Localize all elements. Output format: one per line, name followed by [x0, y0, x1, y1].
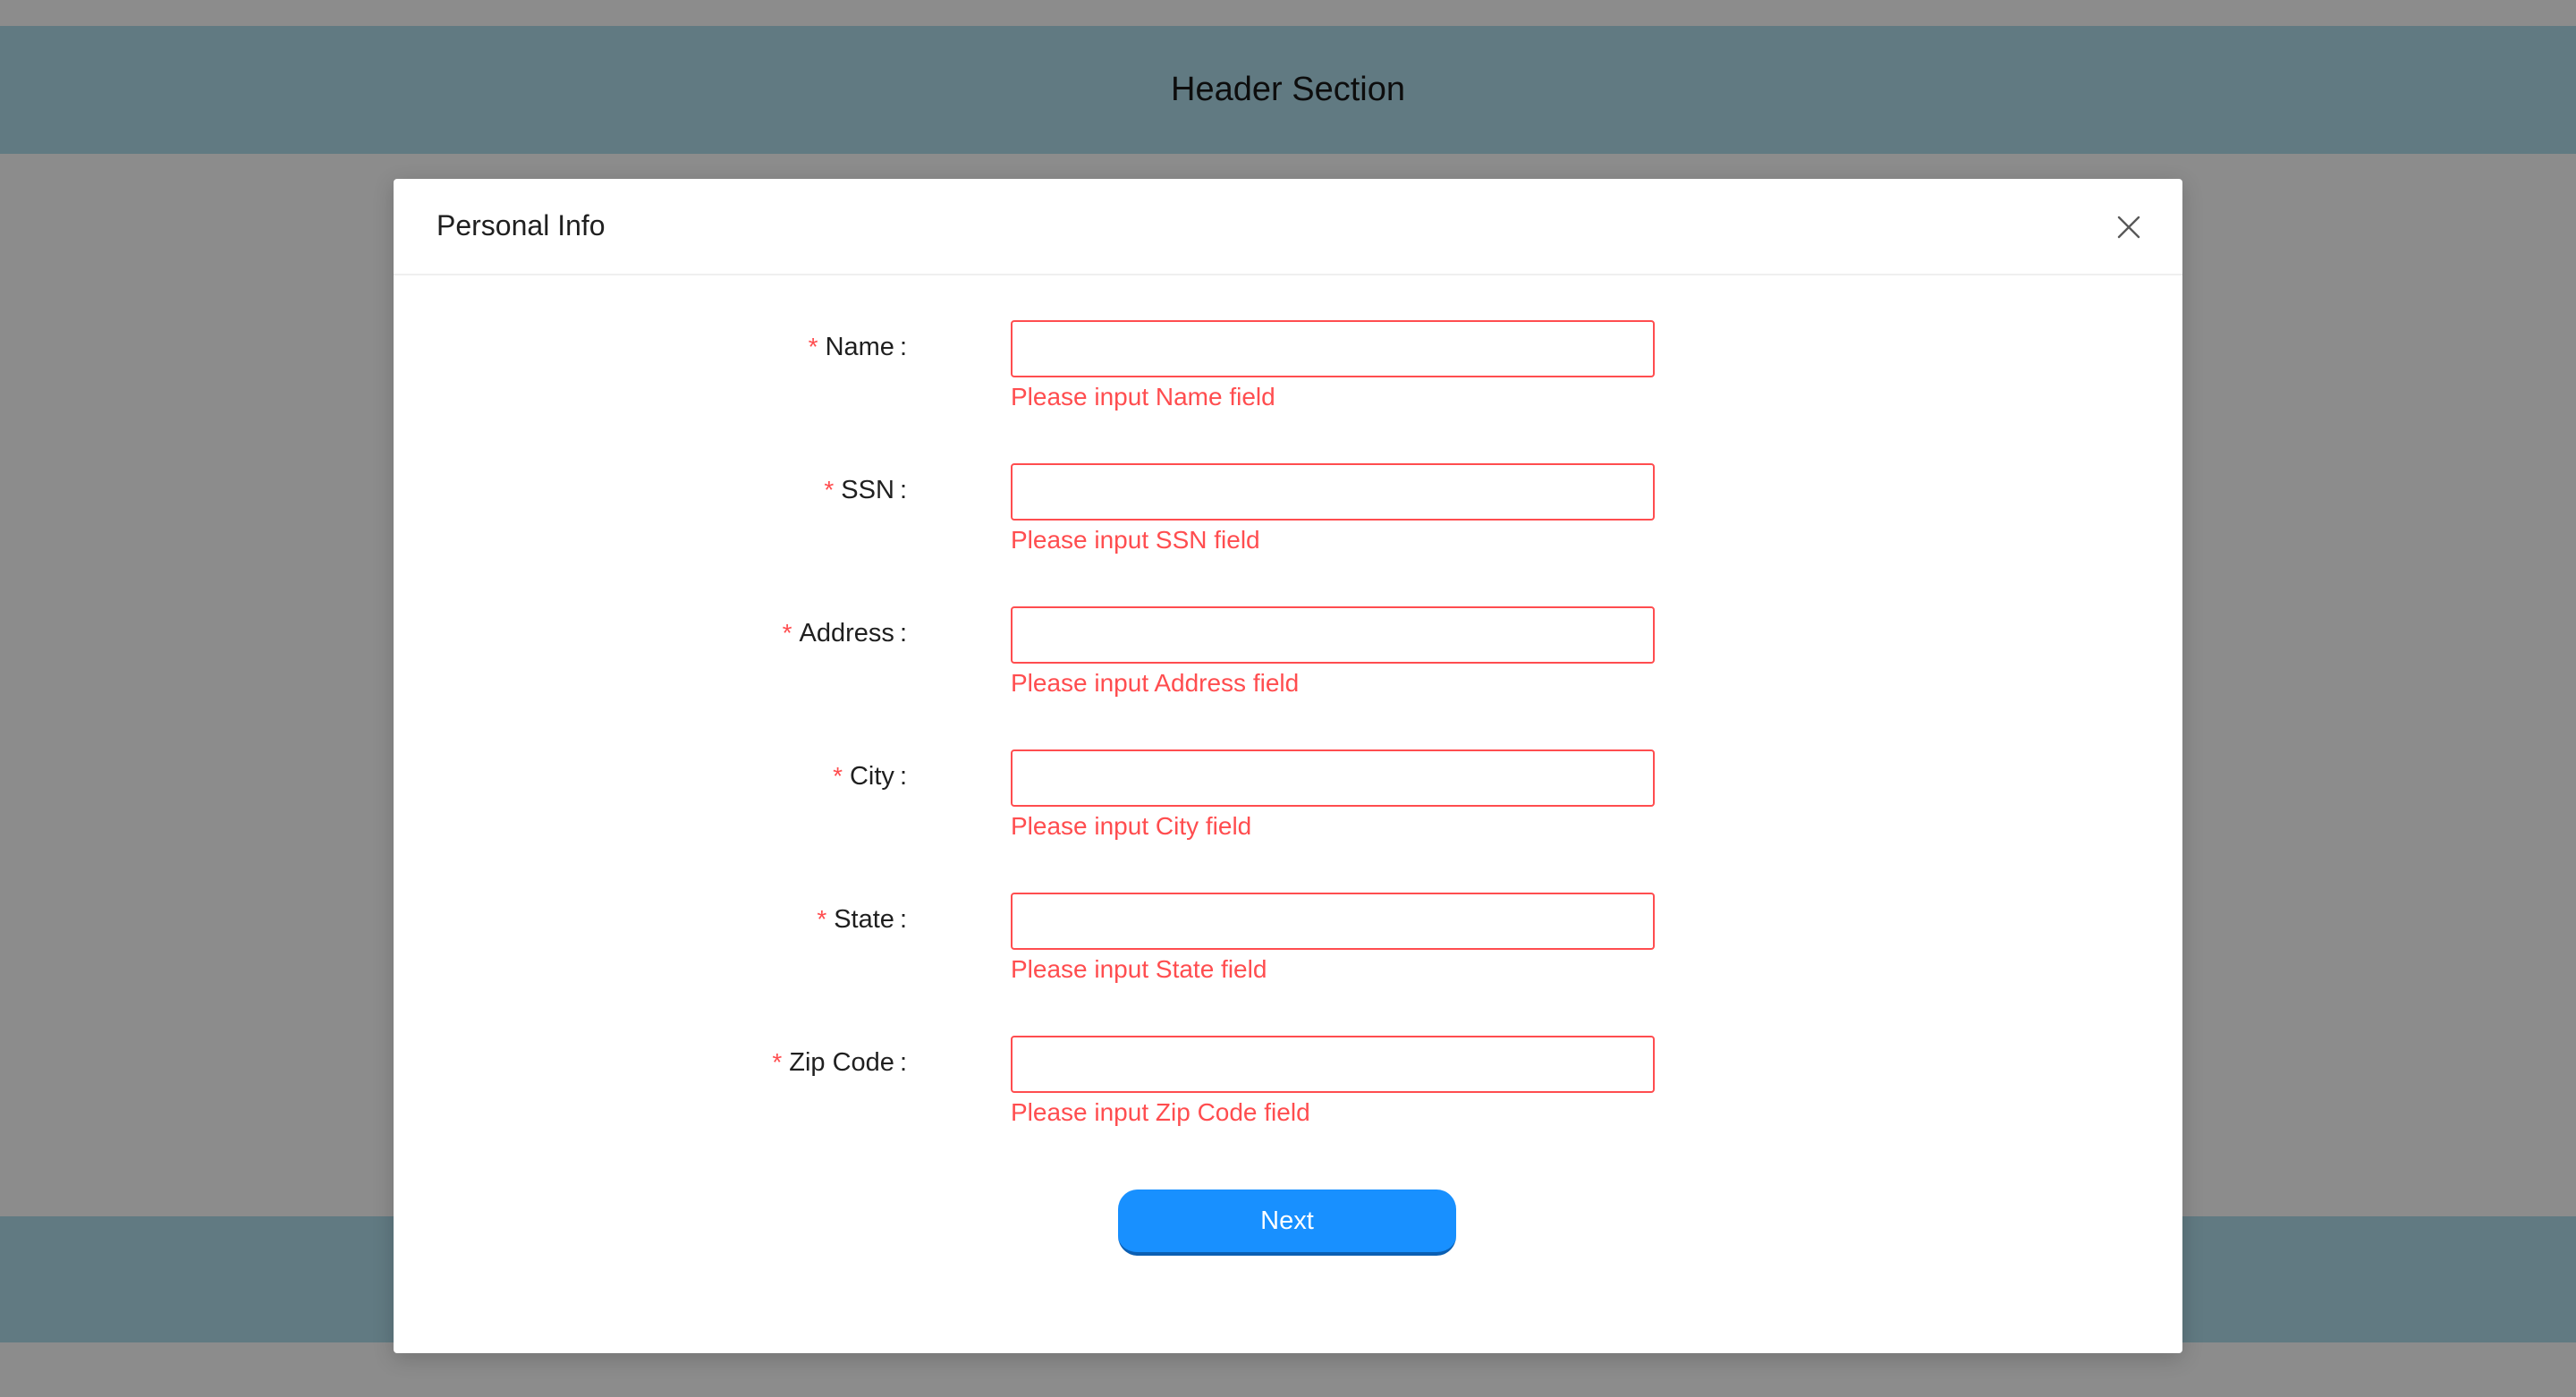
label-colon: : — [899, 762, 907, 791]
state-label-text: State — [834, 905, 894, 934]
zip-code-label-text: Zip Code — [789, 1048, 894, 1077]
page-header: Header Section — [0, 26, 2576, 154]
city-input[interactable] — [1011, 749, 1655, 807]
city-label-text: City — [849, 762, 894, 791]
label-colon: : — [899, 333, 907, 361]
next-button[interactable]: Next — [1118, 1190, 1456, 1256]
header-title: Header Section — [1171, 71, 1405, 108]
form-row-address: * Address: Please input Address field — [394, 606, 2182, 749]
form-row-city: * City: Please input City field — [394, 749, 2182, 893]
state-label: * State: — [817, 905, 907, 935]
close-icon — [2117, 216, 2140, 239]
state-error: Please input State field — [1011, 955, 1267, 983]
address-label-text: Address — [799, 619, 894, 648]
required-mark: * — [782, 619, 792, 647]
ssn-input[interactable] — [1011, 463, 1655, 521]
form-row-zip-code: * Zip Code: Please input Zip Code field — [394, 1036, 2182, 1179]
zip-code-label: * Zip Code: — [772, 1048, 907, 1078]
ssn-label: * SSN: — [824, 476, 907, 505]
label-colon: : — [899, 1048, 907, 1077]
required-mark: * — [808, 333, 818, 360]
label-colon: : — [899, 619, 907, 648]
name-label: * Name: — [809, 333, 907, 362]
state-input[interactable] — [1011, 893, 1655, 950]
required-mark: * — [824, 476, 835, 504]
label-colon: : — [899, 905, 907, 934]
form-row-name: * Name: Please input Name field — [394, 320, 2182, 463]
form-row-ssn: * SSN: Please input SSN field — [394, 463, 2182, 606]
modal-header: Personal Info — [394, 179, 2182, 275]
form-row-state: * State: Please input State field — [394, 893, 2182, 1036]
modal-title: Personal Info — [436, 209, 606, 241]
name-error: Please input Name field — [1011, 383, 1275, 411]
address-input[interactable] — [1011, 606, 1655, 664]
ssn-label-text: SSN — [841, 476, 894, 504]
name-input[interactable] — [1011, 320, 1655, 377]
address-label: * Address: — [783, 619, 907, 648]
close-button[interactable] — [2109, 207, 2148, 247]
ssn-error: Please input SSN field — [1011, 526, 1260, 554]
city-error: Please input City field — [1011, 812, 1252, 840]
required-mark: * — [833, 762, 843, 790]
zip-code-input[interactable] — [1011, 1036, 1655, 1093]
personal-info-modal: Personal Info * Name: Please input Name f… — [394, 179, 2182, 1353]
name-label-text: Name — [825, 333, 894, 361]
address-error: Please input Address field — [1011, 669, 1300, 697]
zip-code-error: Please input Zip Code field — [1011, 1098, 1310, 1126]
label-colon: : — [899, 476, 907, 504]
city-label: * City: — [833, 762, 907, 792]
required-mark: * — [817, 905, 827, 933]
required-mark: * — [772, 1048, 783, 1076]
